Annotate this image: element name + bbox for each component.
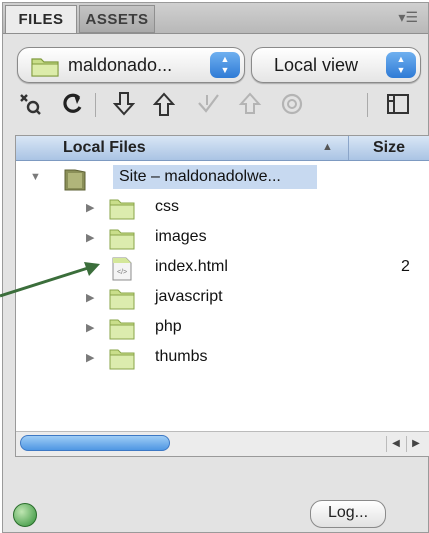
- annotation-arrow: [0, 262, 100, 298]
